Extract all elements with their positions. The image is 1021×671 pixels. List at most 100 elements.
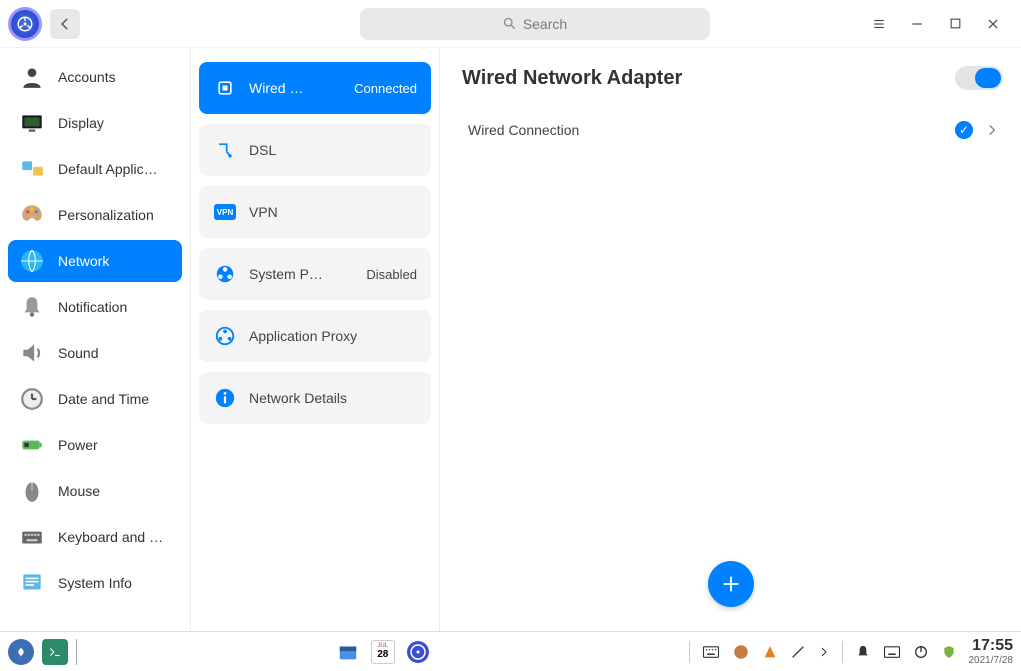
system-info-icon: [18, 569, 46, 597]
sidebar-item-personalization[interactable]: Personalization: [8, 194, 182, 236]
sidebar-item-network[interactable]: Network: [8, 240, 182, 282]
back-button[interactable]: [50, 9, 80, 39]
taskbar-left: [8, 639, 77, 665]
close-button[interactable]: [985, 16, 1001, 32]
sidebar-label: Network: [58, 253, 109, 269]
sub-item-system-proxy[interactable]: System P… Disabled: [199, 248, 431, 300]
sidebar-label: Mouse: [58, 483, 100, 499]
sidebar-item-notification[interactable]: Notification: [8, 286, 182, 328]
mouse-icon: [18, 477, 46, 505]
personalization-icon: [18, 201, 46, 229]
accounts-icon: [18, 63, 46, 91]
add-connection-button[interactable]: [708, 561, 754, 607]
notification-icon: [18, 293, 46, 321]
titlebar: Search: [0, 0, 1021, 48]
minimize-button[interactable]: [909, 16, 925, 32]
tray-shield-icon[interactable]: [941, 644, 957, 660]
taskbar-separator: [689, 641, 690, 663]
tray-brush-icon[interactable]: [790, 644, 806, 660]
tray-notification-icon[interactable]: [855, 644, 871, 660]
sidebar-item-sound[interactable]: Sound: [8, 332, 182, 374]
sub-label: Wired …: [249, 80, 342, 96]
sidebar-item-keyboard[interactable]: Keyboard and …: [8, 516, 182, 558]
sound-icon: [18, 339, 46, 367]
start-button[interactable]: [8, 639, 34, 665]
sidebar-label: Power: [58, 437, 98, 453]
sidebar-label: Date and Time: [58, 391, 149, 407]
menu-button[interactable]: [871, 16, 887, 32]
tray-power-icon[interactable]: [913, 644, 929, 660]
network-icon: [18, 247, 46, 275]
sub-status: Disabled: [366, 267, 417, 282]
sidebar-label: Display: [58, 115, 104, 131]
dsl-icon: [213, 138, 237, 162]
sidebar-item-power[interactable]: Power: [8, 424, 182, 466]
wired-icon: [213, 76, 237, 100]
detail-header: Wired Network Adapter: [462, 66, 1003, 90]
titlebar-center: Search: [206, 8, 863, 40]
sub-item-vpn[interactable]: VPN VPN: [199, 186, 431, 238]
tray-app1-icon[interactable]: [732, 643, 750, 661]
sub-item-network-details[interactable]: Network Details: [199, 372, 431, 424]
sub-item-app-proxy[interactable]: Application Proxy: [199, 310, 431, 362]
tray-keyboard2-icon[interactable]: [883, 645, 901, 659]
sidebar-label: Default Applic…: [58, 161, 158, 177]
sidebar-label: System Info: [58, 575, 132, 591]
sidebar-item-mouse[interactable]: Mouse: [8, 470, 182, 512]
network-subpanel: Wired … Connected DSL VPN VPN System P… …: [190, 48, 440, 631]
calendar-taskbar-icon[interactable]: JUL28: [371, 640, 395, 664]
file-manager-taskbar-icon[interactable]: [335, 639, 361, 665]
sidebar-item-display[interactable]: Display: [8, 102, 182, 144]
search-icon: [502, 16, 517, 31]
search-input[interactable]: Search: [360, 8, 710, 40]
sub-label: System P…: [249, 266, 354, 282]
taskbar-right: 17:55 2021/7/28: [689, 637, 1014, 666]
sidebar-item-default-apps[interactable]: Default Applic…: [8, 148, 182, 190]
maximize-button[interactable]: [947, 16, 963, 32]
taskbar-separator: [842, 641, 843, 663]
sidebar-label: Sound: [58, 345, 98, 361]
power-icon: [18, 431, 46, 459]
default-apps-icon: [18, 155, 46, 183]
vpn-icon: VPN: [213, 200, 237, 224]
sidebar-item-accounts[interactable]: Accounts: [8, 56, 182, 98]
check-icon: ✓: [955, 121, 973, 139]
tray-app2-icon[interactable]: [762, 644, 778, 660]
sub-item-dsl[interactable]: DSL: [199, 124, 431, 176]
sub-status: Connected: [354, 81, 417, 96]
search-placeholder: Search: [523, 16, 567, 32]
system-proxy-icon: [213, 262, 237, 286]
taskbar-center: JUL28: [77, 639, 689, 665]
adapter-toggle[interactable]: [955, 66, 1003, 90]
terminal-taskbar-icon[interactable]: [42, 639, 68, 665]
detail-panel: Wired Network Adapter Wired Connection ✓: [440, 48, 1021, 631]
sidebar: Accounts Display Default Applic… Persona…: [0, 48, 190, 631]
sidebar-label: Personalization: [58, 207, 154, 223]
connection-label: Wired Connection: [468, 122, 943, 138]
detail-title: Wired Network Adapter: [462, 67, 682, 90]
sub-item-wired[interactable]: Wired … Connected: [199, 62, 431, 114]
sidebar-label: Keyboard and …: [58, 529, 163, 545]
tray-expand-icon[interactable]: [818, 646, 830, 658]
sidebar-item-system-info[interactable]: System Info: [8, 562, 182, 604]
sub-label: Network Details: [249, 390, 417, 406]
clock[interactable]: 17:55 2021/7/28: [969, 637, 1014, 666]
clock-time: 17:55: [969, 637, 1014, 655]
plus-icon: [720, 573, 742, 595]
settings-taskbar-icon[interactable]: [405, 639, 431, 665]
sidebar-item-datetime[interactable]: Date and Time: [8, 378, 182, 420]
tray-keyboard-icon[interactable]: [702, 645, 720, 659]
sidebar-label: Accounts: [58, 69, 116, 85]
sidebar-label: Notification: [58, 299, 127, 315]
info-icon: [213, 386, 237, 410]
connection-row[interactable]: Wired Connection ✓: [462, 108, 1003, 152]
app-icon: [8, 7, 42, 41]
main-area: Accounts Display Default Applic… Persona…: [0, 48, 1021, 631]
display-icon: [18, 109, 46, 137]
sub-label: DSL: [249, 142, 417, 158]
sub-label: VPN: [249, 204, 417, 220]
titlebar-left: [8, 7, 198, 41]
clock-icon: [18, 385, 46, 413]
app-proxy-icon: [213, 324, 237, 348]
chevron-right-icon: [985, 123, 999, 137]
